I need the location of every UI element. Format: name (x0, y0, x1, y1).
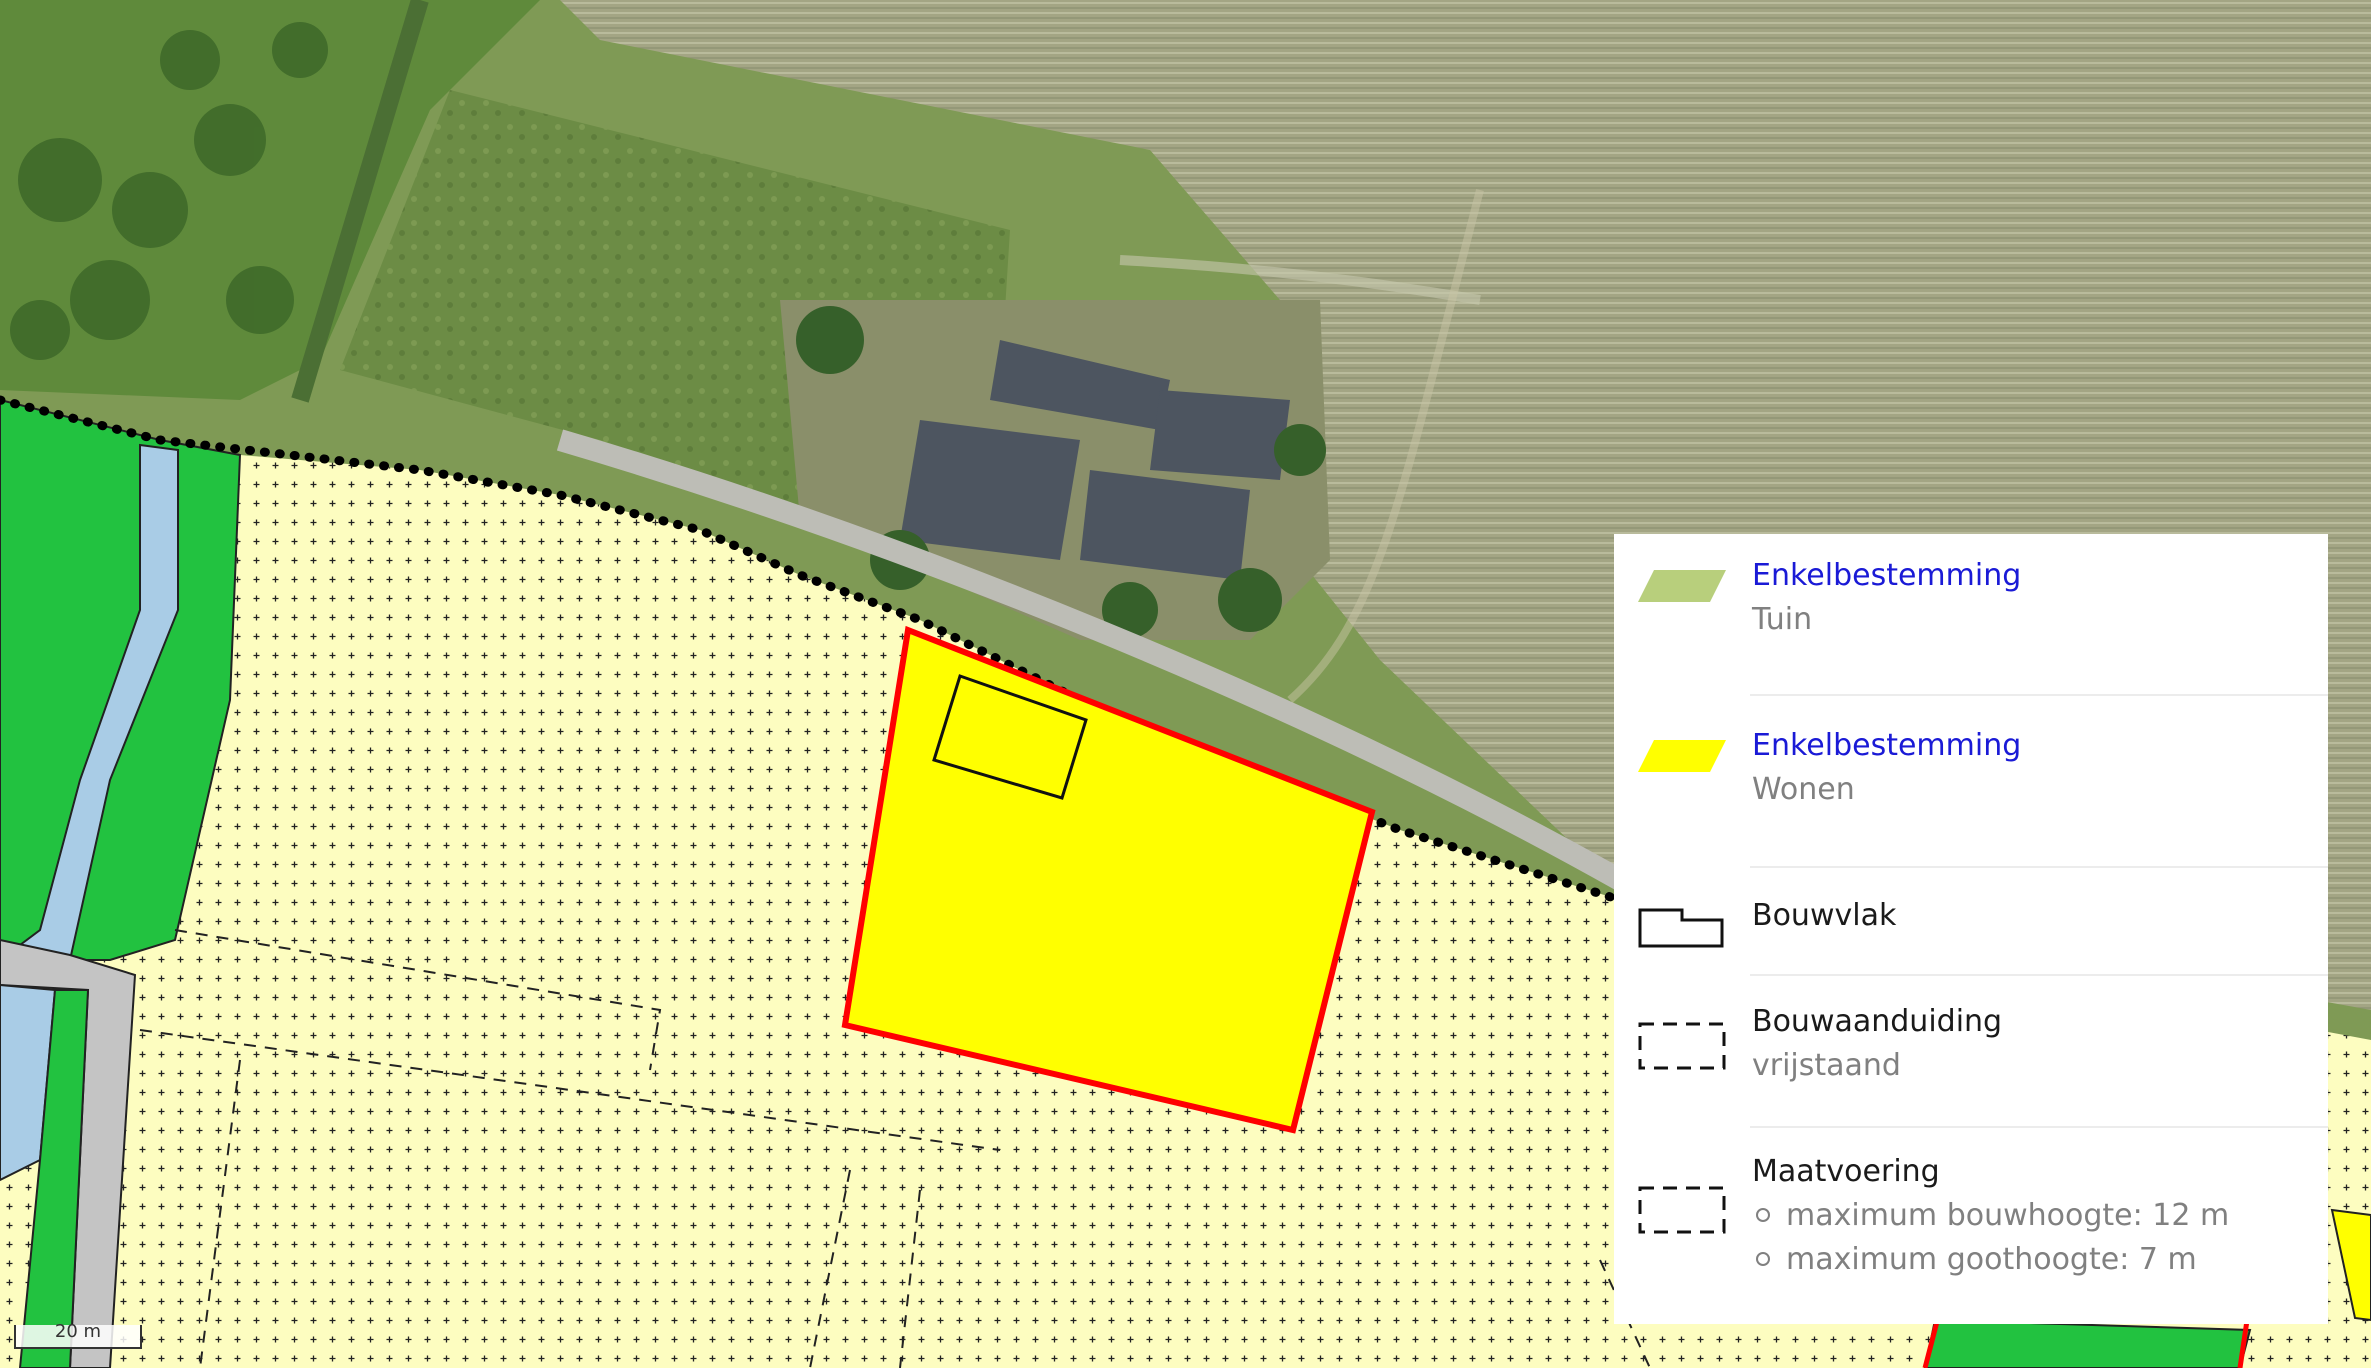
dashed-rect-icon (1638, 1022, 1726, 1070)
scale-bar: 20 m (14, 1321, 142, 1349)
legend-separator (1750, 694, 2328, 696)
bullet-icon (1756, 1207, 1770, 1222)
legend-title: Maatvoering (1752, 1154, 1940, 1189)
legend-separator (1750, 866, 2328, 868)
tuin-swatch-icon (1638, 570, 1726, 602)
legend-title: Bouwaanduiding (1752, 1004, 2003, 1039)
bouwvlak-outline-icon (1638, 908, 1724, 948)
legend-subtitle: Wonen (1752, 772, 1855, 807)
legend-title[interactable]: Enkelbestemming (1752, 724, 2318, 768)
bullet-icon (1756, 1251, 1770, 1266)
legend-bullet: maximum bouwhoogte: 12 m (1752, 1194, 2318, 1238)
legend-subtitle: vrijstaand (1752, 1048, 1901, 1083)
legend-subtitle: Tuin (1752, 602, 1813, 637)
legend-title: Bouwvlak (1752, 898, 1897, 933)
legend-separator (1750, 1126, 2328, 1128)
wonen-swatch-icon (1638, 740, 1726, 772)
legend-title[interactable]: Enkelbestemming (1752, 554, 2318, 598)
scale-label: 20 m (54, 1321, 102, 1342)
legend-separator (1750, 974, 2328, 976)
legend-bullet: maximum goothoogte: 7 m (1752, 1238, 2318, 1282)
map-legend: Enkelbestemming Tuin Enkelbestemming Won… (1614, 534, 2328, 1324)
dashed-rect-icon (1638, 1186, 1726, 1234)
